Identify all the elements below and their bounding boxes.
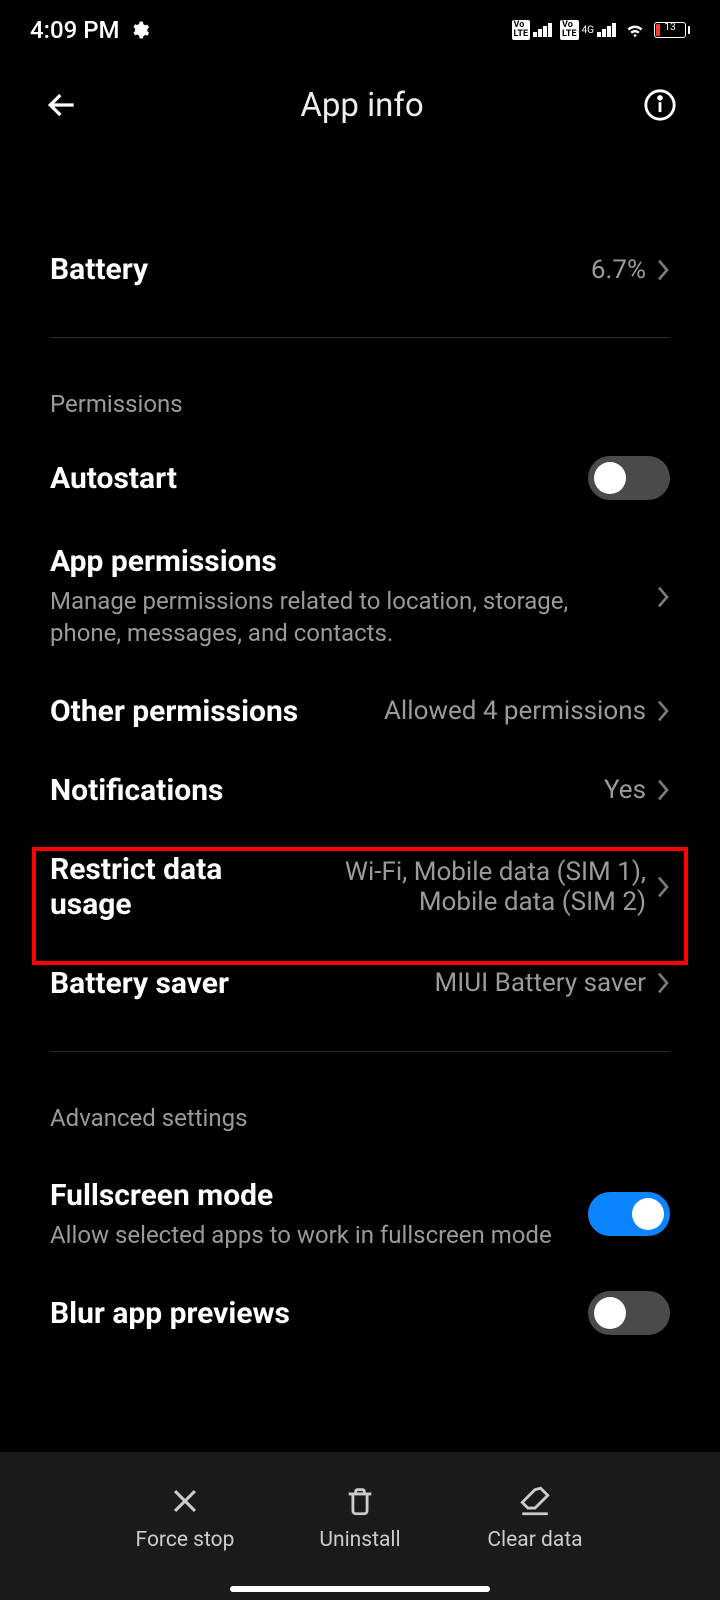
battery-percent: 13 [655,22,685,33]
trash-icon [343,1484,377,1518]
battery-icon: 13 [654,22,690,38]
status-left: 4:09 PM [30,16,150,44]
row-title: Other permissions [50,694,366,729]
action-label: Uninstall [319,1528,400,1552]
chevron-right-icon [656,778,670,802]
uninstall-button[interactable]: Uninstall [295,1484,425,1552]
gear-icon [130,20,150,40]
chevron-right-icon [656,585,670,609]
autostart-toggle[interactable] [588,456,670,500]
row-title: Autostart [50,461,570,496]
battery-row[interactable]: Battery 6.7% [50,230,670,309]
row-value: 6.7% [591,255,646,285]
chevron-right-icon [656,971,670,995]
divider [50,337,670,338]
chevron-right-icon [656,875,670,899]
row-desc: Allow selected apps to work in fullscree… [50,1219,570,1251]
blur-previews-row[interactable]: Blur app previews [50,1261,670,1345]
battery-saver-row[interactable]: Battery saver MIUI Battery saver [50,944,670,1023]
other-permissions-row[interactable]: Other permissions Allowed 4 permissions [50,672,670,751]
row-value: Allowed 4 permissions [384,696,646,726]
eraser-icon [518,1484,552,1518]
action-label: Force stop [136,1528,235,1552]
divider [50,1051,670,1052]
notifications-row[interactable]: Notifications Yes [50,751,670,830]
volte-icon: VoLTE [560,20,579,40]
row-value: Wi-Fi, Mobile data (SIM 1), Mobile data … [326,857,646,917]
app-permissions-row[interactable]: App permissions Manage permissions relat… [50,522,670,672]
status-time: 4:09 PM [30,16,120,44]
clear-data-button[interactable]: Clear data [470,1484,600,1552]
action-label: Clear data [487,1528,582,1552]
sim1-indicator: VoLTE [512,20,553,40]
row-title: App permissions [50,544,638,579]
fullscreen-toggle[interactable] [588,1192,670,1236]
row-title: Battery [50,252,573,287]
network-label: 4G [582,25,594,36]
info-button[interactable] [640,85,680,125]
status-right: VoLTE VoLTE 4G 13 [512,19,690,41]
row-title: Fullscreen mode [50,1178,570,1213]
restrict-data-usage-row[interactable]: Restrict data usage Wi-Fi, Mobile data (… [50,830,670,944]
app-header: App info [0,60,720,150]
back-button[interactable] [40,83,84,127]
signal-icon [533,23,552,37]
volte-icon: VoLTE [512,20,531,40]
row-title: Blur app previews [50,1296,570,1331]
row-title: Notifications [50,773,586,808]
section-header-advanced: Advanced settings [50,1080,670,1148]
row-title: Restrict data usage [50,852,308,922]
status-bar: 4:09 PM VoLTE VoLTE 4G 13 [0,0,720,60]
wifi-icon [624,19,646,41]
section-header-permissions: Permissions [50,366,670,434]
chevron-right-icon [656,699,670,723]
force-stop-button[interactable]: Force stop [120,1484,250,1552]
fullscreen-mode-row[interactable]: Fullscreen mode Allow selected apps to w… [50,1148,670,1261]
chevron-right-icon [656,258,670,282]
row-value: Yes [604,775,646,805]
blur-toggle[interactable] [588,1291,670,1335]
sim2-indicator: VoLTE 4G [560,20,616,40]
autostart-row[interactable]: Autostart [50,434,670,522]
signal-icon [597,23,616,37]
close-icon [168,1484,202,1518]
home-indicator[interactable] [230,1586,490,1592]
row-desc: Manage permissions related to location, … [50,585,638,650]
row-title: Battery saver [50,966,417,1001]
row-value: MIUI Battery saver [435,968,646,998]
page-title: App info [300,86,423,125]
bottom-action-bar: Force stop Uninstall Clear data [0,1452,720,1600]
